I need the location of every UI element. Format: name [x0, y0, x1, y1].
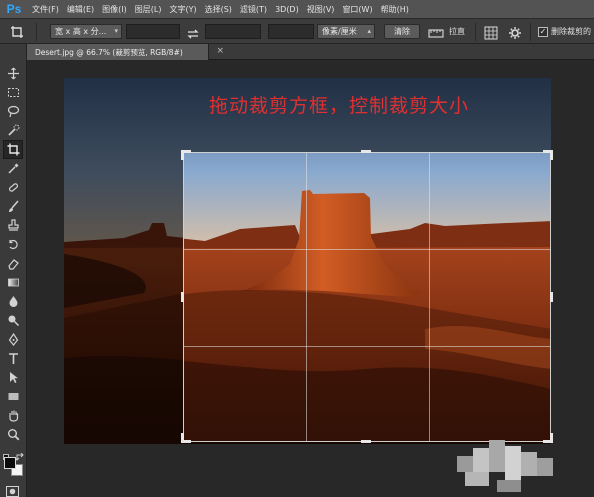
hand-icon[interactable] [3, 406, 23, 425]
canvas-area[interactable]: 拖动裁剪方框，控制裁剪大小 [27, 61, 594, 497]
separator [530, 23, 531, 41]
overlay-grid-icon[interactable] [484, 25, 498, 40]
crop-grid-line [184, 249, 550, 250]
eraser-icon[interactable] [3, 254, 23, 273]
foreground-color-swatch[interactable] [4, 457, 16, 469]
width-input[interactable] [126, 24, 180, 39]
eyedropper-icon[interactable] [3, 159, 23, 178]
crop-icon[interactable] [3, 140, 23, 159]
photoshop-logo[interactable]: Ps [0, 0, 28, 18]
menu-bar: Ps 文件(F) 编辑(E) 图像(I) 图层(L) 文字(Y) 选择(S) 滤… [0, 0, 594, 18]
menu-help[interactable]: 帮助(H) [377, 4, 413, 15]
clone-stamp-icon[interactable] [3, 216, 23, 235]
unit-dropdown-label: 像素/厘米 [322, 27, 357, 36]
crop-grid-line [429, 153, 430, 441]
height-input[interactable] [205, 24, 261, 39]
dropdown-arrow-icon: ▴ [367, 27, 371, 35]
menu-layer[interactable]: 图层(L) [131, 4, 166, 15]
menu-window[interactable]: 窗口(W) [338, 4, 376, 15]
menu-filter[interactable]: 滤镜(T) [236, 4, 271, 15]
document-tab[interactable]: Desert.jpg @ 66.7% (裁剪预览, RGB/8#) × [27, 44, 224, 60]
rectangle-icon[interactable] [3, 387, 23, 406]
crop-handle-bottom[interactable] [361, 440, 371, 443]
crop-icon [11, 25, 23, 38]
crop-handle-left[interactable] [181, 292, 184, 302]
ratio-dropdown[interactable]: 宽 x 高 x 分... ▾ [50, 24, 122, 39]
menu-3d[interactable]: 3D(D) [271, 5, 303, 14]
tool-preset-picker[interactable] [4, 24, 30, 39]
lasso-icon[interactable] [3, 102, 23, 121]
close-icon[interactable]: × [216, 46, 224, 56]
crop-handle-right[interactable] [550, 292, 553, 302]
unit-dropdown[interactable]: 像素/厘米 ▴ [317, 24, 375, 39]
zoom-icon[interactable] [3, 425, 23, 444]
history-brush-icon[interactable] [3, 235, 23, 254]
tools-panel [0, 44, 27, 497]
crop-handle-top-left[interactable] [181, 150, 184, 160]
menu-select[interactable]: 选择(S) [201, 4, 236, 15]
quick-select-icon[interactable] [3, 121, 23, 140]
move-icon[interactable] [3, 64, 23, 83]
pen-icon[interactable] [3, 330, 23, 349]
menu-edit[interactable]: 编辑(E) [63, 4, 98, 15]
straighten-label[interactable]: 拉直 [449, 26, 465, 37]
delete-cropped-checkbox[interactable]: ✓ [538, 27, 548, 37]
clear-button[interactable]: 清除 [384, 24, 420, 39]
dodge-icon[interactable] [3, 311, 23, 330]
default-colors-icon[interactable] [3, 448, 12, 463]
swap-colors-icon[interactable] [14, 447, 25, 461]
straighten-icon[interactable] [428, 25, 444, 38]
crop-handle-top[interactable] [361, 150, 371, 153]
pixelated-watermark [457, 438, 567, 494]
document-tab-title: Desert.jpg @ 66.7% (裁剪预览, RGB/8#) [35, 47, 183, 57]
path-select-icon[interactable] [3, 368, 23, 387]
crop-handle-bottom-left[interactable] [181, 433, 184, 443]
ratio-dropdown-label: 宽 x 高 x 分... [55, 27, 107, 36]
blur-icon[interactable] [3, 292, 23, 311]
crop-grid-line [306, 153, 307, 441]
crop-handle-top-right[interactable] [550, 150, 553, 160]
options-bar: 宽 x 高 x 分... ▾ 像素/厘米 ▴ 清除 拉直 ✓ 删除裁剪的 [0, 18, 594, 44]
gradient-icon[interactable] [3, 273, 23, 292]
menu-type[interactable]: 文字(Y) [165, 4, 200, 15]
brush-icon[interactable] [3, 197, 23, 216]
separator [36, 23, 37, 41]
gear-icon[interactable] [508, 25, 522, 39]
instruction-annotation: 拖动裁剪方框，控制裁剪大小 [209, 95, 470, 117]
quick-mask-icon[interactable] [6, 482, 19, 497]
swap-dimensions-icon[interactable] [186, 25, 200, 39]
dropdown-arrow-icon: ▾ [114, 27, 118, 35]
marquee-icon[interactable] [3, 83, 23, 102]
resolution-input[interactable] [268, 24, 314, 39]
healing-brush-icon[interactable] [3, 178, 23, 197]
menu-file[interactable]: 文件(F) [28, 4, 63, 15]
separator [475, 23, 476, 41]
crop-preview [184, 153, 550, 441]
crop-box[interactable] [183, 152, 551, 442]
document-tab-row: Desert.jpg @ 66.7% (裁剪预览, RGB/8#) × [27, 44, 594, 60]
menu-view[interactable]: 视图(V) [303, 4, 339, 15]
delete-cropped-label[interactable]: 删除裁剪的 [551, 26, 591, 37]
type-icon[interactable] [3, 349, 23, 368]
crop-grid-line [184, 346, 550, 347]
menu-image[interactable]: 图像(I) [98, 4, 131, 15]
